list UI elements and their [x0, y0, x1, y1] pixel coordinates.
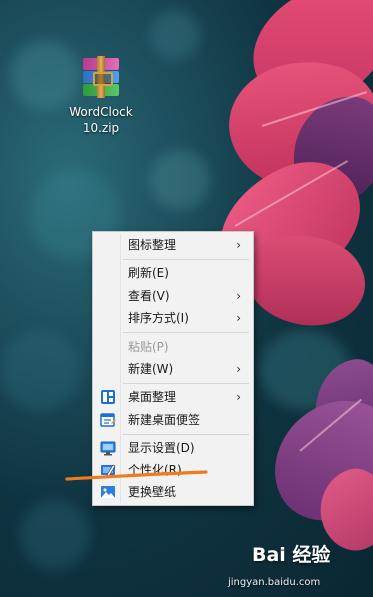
menu-separator — [123, 434, 249, 435]
annotation-underline — [65, 470, 208, 481]
desktop-organize-icon — [101, 390, 115, 404]
menu-item-paste[interactable]: 粘贴(P) — [95, 337, 251, 357]
menu-item-view[interactable]: 查看(V) › — [95, 286, 251, 306]
winrar-archive-icon — [77, 56, 125, 100]
desktop-context-menu: 图标整理 › 刷新(E) 查看(V) › 排序方式(I) › 粘贴(P) 新建(… — [92, 231, 254, 506]
menu-separator — [123, 259, 249, 260]
menu-item-display-settings[interactable]: 显示设置(D) — [95, 438, 251, 458]
chevron-right-icon: › — [236, 362, 241, 376]
menu-item-refresh[interactable]: 刷新(E) — [95, 263, 251, 283]
chevron-right-icon: › — [236, 390, 241, 404]
chevron-right-icon: › — [236, 311, 241, 325]
menu-item-desktop-organize[interactable]: 桌面整理 › — [95, 387, 251, 407]
desktop-file-label-line1: WordClock — [69, 105, 133, 119]
watermark-url: jingyan.baidu.com — [228, 577, 321, 588]
chevron-right-icon: › — [236, 238, 241, 252]
menu-item-change-wallpaper[interactable]: 更换壁纸 — [95, 482, 251, 502]
display-settings-icon — [100, 441, 116, 456]
desktop-file-wordclock[interactable]: WordClock 10.zip — [62, 56, 140, 136]
menu-item-new[interactable]: 新建(W) › — [95, 359, 251, 379]
menu-item-new-sticky-note[interactable]: 新建桌面便签 — [95, 410, 251, 430]
sticky-note-icon — [100, 413, 116, 427]
chevron-right-icon: › — [236, 289, 241, 303]
menu-separator — [123, 383, 249, 384]
menu-item-sort-by[interactable]: 排序方式(I) › — [95, 308, 251, 328]
baidu-jingyan-logo: Bai 经验 — [252, 544, 331, 566]
desktop-file-label-line2: 10.zip — [82, 121, 120, 135]
menu-separator — [123, 332, 249, 333]
wallpaper-icon — [101, 486, 115, 498]
menu-item-arrange-icons[interactable]: 图标整理 › — [95, 235, 251, 255]
